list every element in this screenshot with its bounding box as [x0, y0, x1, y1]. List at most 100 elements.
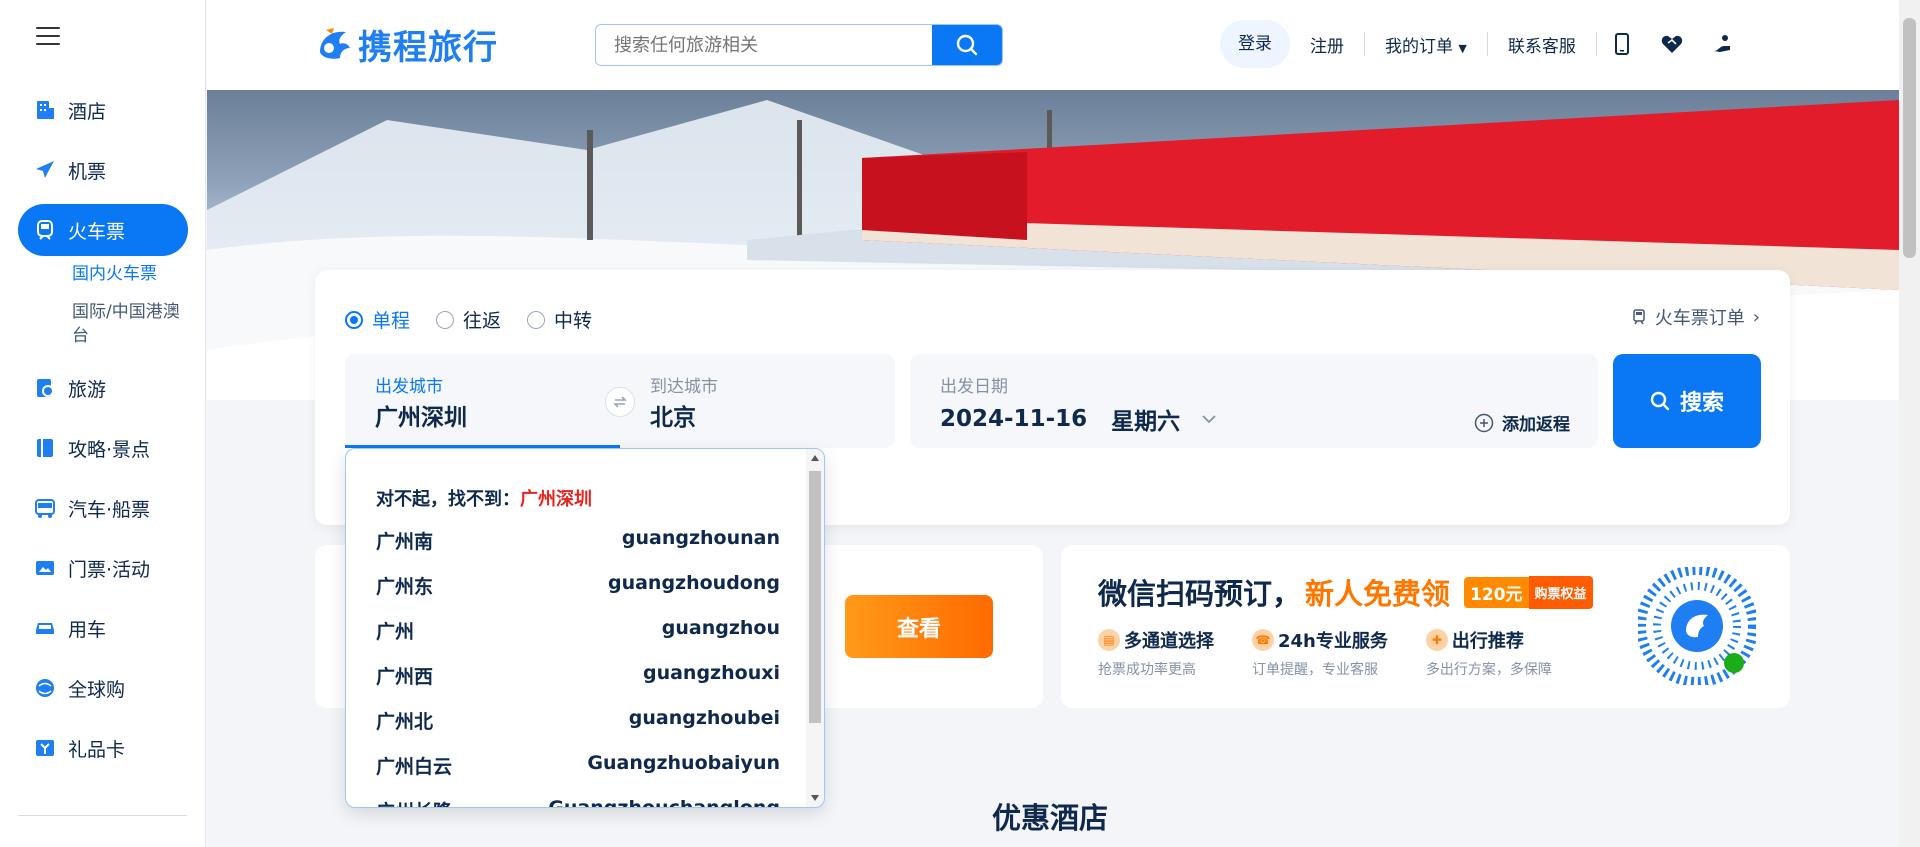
scroll-down-icon[interactable] — [811, 795, 819, 801]
my-orders-label: 我的订单 — [1385, 36, 1453, 57]
subnav-domestic-train[interactable]: 国内火车票 — [0, 262, 206, 286]
page-scrollbar[interactable] — [1899, 0, 1920, 847]
search-input[interactable] — [596, 25, 932, 65]
city-suggestion-dropdown: 对不起，找不到：广州深圳 广州南 guangzhounan 广州东 guangzho… — [345, 448, 825, 808]
feature-sub: 抢票成功率更高 — [1098, 662, 1196, 678]
sidebar-item-label: 全球购 — [68, 678, 126, 701]
radio-round-trip[interactable]: 往返 — [436, 306, 501, 333]
sidebar-item-label: 机票 — [68, 160, 107, 183]
radio-transfer[interactable]: 中转 — [527, 306, 592, 333]
train-orders-link[interactable]: 火车票订单 › — [1631, 304, 1760, 330]
station-name: 广州北 — [376, 711, 434, 733]
accessibility-icon[interactable] — [1710, 32, 1734, 56]
feature-item: ▤ 多通道选择 抢票成功率更高 — [1098, 627, 1214, 679]
station-pinyin: Guangzhouchanglong — [548, 797, 780, 808]
register-link[interactable]: 注册 — [1290, 32, 1364, 57]
sidebar-item-label: 汽车·船票 — [68, 498, 151, 521]
feature-title: 多通道选择 — [1124, 631, 1214, 652]
promo-tag-badge: 购票权益 — [1528, 575, 1593, 609]
dolphin-logo-icon — [320, 27, 350, 59]
from-city-label: 出发城市 — [375, 377, 443, 397]
search-button[interactable] — [932, 25, 1002, 65]
from-city-field[interactable]: 出发城市 广州深圳 — [345, 354, 620, 448]
list-item[interactable]: 广州白云 Guangzhuobaiyun — [376, 752, 780, 797]
station-name: 广州东 — [376, 576, 434, 598]
radio-dot — [436, 310, 455, 329]
list-item[interactable]: 广州北 guangzhoubei — [376, 707, 780, 752]
global-search — [595, 24, 1003, 66]
list-item[interactable]: 广州西 guangzhouxi — [376, 662, 780, 707]
station-name: 广州西 — [376, 666, 434, 688]
swap-cities-button[interactable] — [605, 387, 635, 417]
sidebar-item-bus[interactable]: 汽车·船票 — [18, 482, 188, 534]
promo-features: ▤ 多通道选择 抢票成功率更高 ☎ 24h专业服务 订单提醒，专业客服 ✚ 出行推荐 … — [1098, 627, 1590, 679]
swap-icon — [613, 396, 627, 408]
station-pinyin: Guangzhuobaiyun — [587, 752, 780, 774]
subnav-international-train[interactable]: 国际/中国港澳台 — [0, 300, 206, 348]
to-city-field[interactable]: 到达城市 北京 — [620, 354, 895, 448]
sidebar-item-label: 攻略·景点 — [68, 438, 151, 461]
add-return-label: 添加返程 — [1502, 415, 1570, 435]
list-item[interactable]: 广州南 guangzhounan — [376, 527, 780, 572]
sidebar-item-guide[interactable]: 攻略·景点 — [18, 422, 188, 474]
radio-one-way[interactable]: 单程 — [345, 306, 410, 333]
phone-service-icon: ☎ — [1252, 629, 1274, 651]
search-icon — [1650, 391, 1670, 411]
sidebar-item-globalshop[interactable]: 全球购 — [18, 662, 188, 714]
my-orders-menu[interactable]: 我的订单 ▼ — [1365, 32, 1487, 57]
sidebar-item-travel[interactable]: 旅游 — [18, 362, 188, 414]
trip-type-radios: 单程 往返 中转 — [345, 306, 618, 333]
sidebar: 酒店 机票 火车票 国内火车票 国际/中国港澳台 旅游 攻略·景点 汽车·船票 — [0, 0, 206, 847]
menu-icon[interactable] — [36, 27, 60, 47]
train-search-button[interactable]: 搜索 — [1613, 354, 1761, 448]
sidebar-item-train[interactable]: 火车票 — [18, 204, 188, 256]
divider — [1595, 32, 1597, 56]
sidebar-item-giftcard[interactable]: 礼品卡 — [18, 722, 188, 774]
feature-title: 24h专业服务 — [1278, 631, 1388, 652]
bus-icon — [34, 497, 56, 519]
promo-highlight: 新人免费领 — [1305, 577, 1451, 611]
page-scroll-thumb[interactable] — [1903, 18, 1916, 258]
not-found-message: 对不起，找不到：广州深圳 — [376, 485, 592, 511]
date-value: 2024-11-16 星期六 — [940, 402, 1218, 436]
station-name: 广州南 — [376, 531, 434, 553]
list-item[interactable]: 广州长隆 Guangzhouchanglong — [376, 797, 780, 808]
station-pinyin: guangzhounan — [621, 527, 780, 549]
wechat-promo-title: 微信扫码预订， 新人免费领 120元 购票权益 — [1098, 571, 1593, 613]
customer-service-link[interactable]: 联系客服 — [1488, 32, 1596, 57]
dropdown-scrollbar[interactable] — [806, 449, 824, 807]
feature-item: ✚ 出行推荐 多出行方案，多保障 — [1425, 627, 1552, 679]
not-found-query: 广州深圳 — [520, 489, 592, 510]
scroll-up-icon[interactable] — [811, 455, 819, 461]
list-item[interactable]: 广州 guangzhou — [376, 617, 780, 662]
view-button[interactable]: 查看 — [845, 595, 993, 658]
radio-label: 往返 — [463, 310, 502, 332]
ctrip-logo[interactable]: 携程旅行 — [314, 20, 498, 69]
suggestion-list: 广州南 guangzhounan 广州东 guangzhoudong 广州 guang… — [376, 527, 780, 808]
sidebar-item-car[interactable]: 用车 — [18, 602, 188, 654]
sidebar-item-label: 酒店 — [68, 100, 107, 123]
train-subnav: 国内火车票 国际/中国港澳台 — [0, 262, 206, 348]
scroll-thumb[interactable] — [809, 471, 821, 723]
radio-dot — [345, 310, 363, 329]
mobile-icon[interactable] — [1610, 32, 1634, 56]
promo-title-text: 微信扫码预订， — [1098, 577, 1302, 611]
list-item[interactable]: 广州东 guangzhoudong — [376, 572, 780, 617]
ticket-icon — [34, 557, 56, 579]
add-return-button[interactable]: 添加返程 — [1474, 410, 1570, 435]
giftcard-icon — [34, 737, 56, 759]
sidebar-item-label: 旅游 — [68, 378, 107, 401]
globe-shop-icon — [34, 677, 56, 699]
caret-down-icon: ▼ — [1458, 41, 1467, 55]
not-found-prefix: 对不起，找不到： — [376, 489, 520, 510]
feature-sub: 多出行方案，多保障 — [1425, 662, 1552, 678]
departure-date-field[interactable]: 出发日期 2024-11-16 星期六 添加返程 — [910, 354, 1598, 448]
charity-heart-icon[interactable] — [1660, 32, 1684, 56]
train-small-icon — [1633, 309, 1645, 325]
login-link[interactable]: 登录 — [1220, 20, 1290, 68]
car-icon — [34, 617, 56, 639]
sidebar-item-label: 火车票 — [68, 220, 126, 243]
sidebar-item-tickets[interactable]: 门票·活动 — [18, 542, 188, 594]
sidebar-item-flight[interactable]: 机票 — [18, 144, 188, 196]
sidebar-item-hotel[interactable]: 酒店 — [18, 84, 188, 136]
